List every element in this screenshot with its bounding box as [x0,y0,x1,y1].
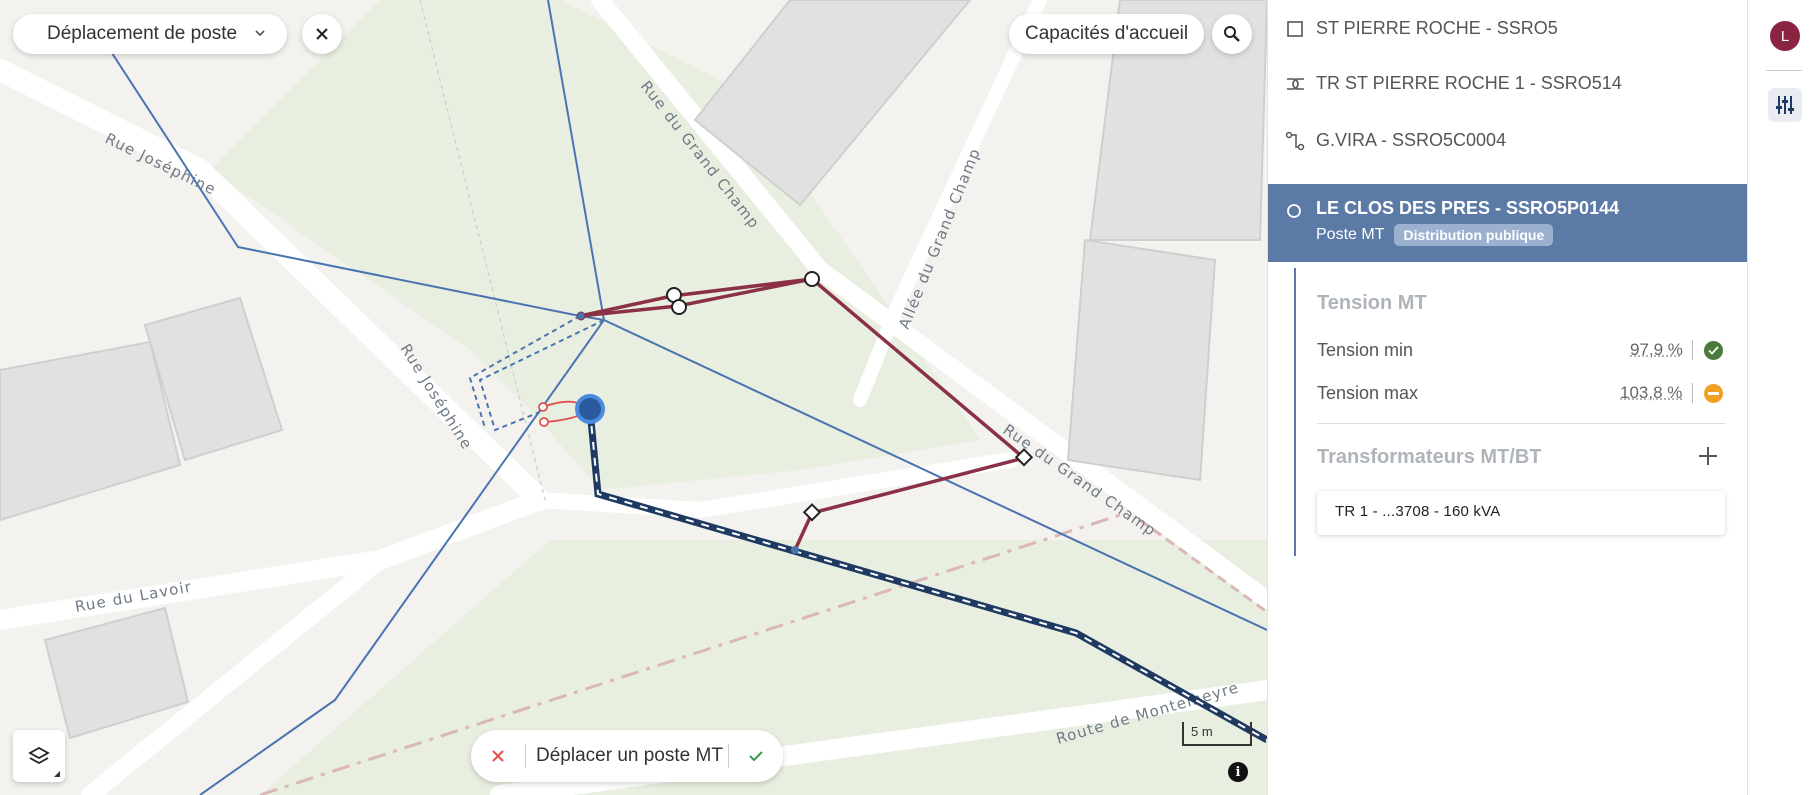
search-button[interactable] [1212,14,1252,54]
tension-min-value[interactable]: 97,9 % [1630,340,1683,360]
ok-status-icon [1704,341,1723,360]
map-scale: 5 m [1182,722,1252,746]
street-label: Rue du Lavoir [74,578,194,616]
divider [1692,340,1693,360]
tree-item-selected-station[interactable]: LE CLOS DES PRES - SSRO5P0144 Poste MT D… [1268,184,1748,262]
mode-select-value: Déplacement de poste [47,23,238,44]
settings-tune-button[interactable] [1768,88,1802,122]
square-icon [1287,21,1303,37]
tree-item-label: ST PIERRE ROCHE - SSRO5 [1316,18,1558,38]
station-type: Poste MT [1316,226,1385,243]
mode-select[interactable]: Déplacement de poste [13,14,287,54]
divider [1766,70,1802,71]
check-icon [749,751,763,762]
close-button[interactable] [302,14,342,54]
info-icon: i [1235,764,1241,780]
info-button[interactable]: i [1228,762,1248,782]
layers-icon [28,746,50,765]
detail-guide-line [1294,268,1296,556]
confirm-move-button[interactable] [729,730,783,782]
divider [1692,383,1693,403]
section-divider [1317,423,1725,424]
tree-item-label: G.VIRA - SSRO5C0004 [1316,130,1507,150]
cancel-move-button[interactable] [471,730,525,782]
map-view[interactable]: Rue Joséphine Rue Joséphine Rue du Grand… [0,0,1267,795]
street-label: Rue Joséphine [397,341,477,454]
close-icon [492,750,504,762]
transformer-card[interactable]: TR 1 - ...3708 - 160 kVA [1317,491,1725,535]
transformer-label: TR 1 - ...3708 - 160 kVA [1335,503,1501,520]
move-station-label: Déplacer un poste MT [536,745,723,766]
tree-item-substation[interactable]: ST PIERRE ROCHE - SSRO5 [1268,0,1748,57]
move-station-action-bar: Déplacer un poste MT [471,730,783,782]
capacities-button[interactable]: Capacités d'accueil [1009,14,1205,54]
selected-station-marker[interactable] [575,394,605,424]
warning-status-icon [1704,384,1723,403]
capacities-label: Capacités d'accueil [1025,23,1189,44]
station-subtitle: Poste MT Distribution publique [1316,224,1554,246]
station-title: LE CLOS DES PRES - SSRO5P0144 [1316,198,1620,218]
branch-icon [1285,131,1305,151]
circle-icon [1287,204,1301,218]
close-icon [316,28,328,40]
map-canvas[interactable]: Rue Joséphine Rue Joséphine Rue du Grand… [0,0,1267,795]
tune-icon [1776,96,1794,114]
right-rail: L [1747,0,1817,795]
street-label: Allée du Grand Champ [895,145,984,331]
tree-item-label: TR ST PIERRE ROCHE 1 - SSRO514 [1316,73,1622,93]
station-badge: Distribution publique [1394,224,1554,246]
avatar-initial: L [1780,27,1790,45]
tree-item-transformer[interactable]: TR ST PIERRE ROCHE 1 - SSRO514 [1268,55,1748,112]
avatar[interactable]: L [1770,21,1800,51]
tension-min-label: Tension min [1317,340,1414,360]
transformers-heading: Transformateurs MT/BT [1317,446,1542,468]
tree-item-feeder[interactable]: G.VIRA - SSRO5C0004 [1268,112,1748,169]
chevron-down-icon [255,30,265,37]
scale-label: 5 m [1191,724,1213,739]
expand-corner-icon [54,771,60,777]
add-transformer-button[interactable] [1696,444,1720,468]
tension-heading: Tension MT [1317,292,1427,314]
transformer-icon [1287,78,1304,90]
tension-max-label: Tension max [1317,383,1419,403]
tension-max-value[interactable]: 103,8 % [1620,383,1682,403]
search-icon [1224,26,1240,42]
layers-button[interactable] [13,730,65,782]
details-panel: ST PIERRE ROCHE - SSRO5 TR ST PIERRE ROC… [1267,0,1748,795]
